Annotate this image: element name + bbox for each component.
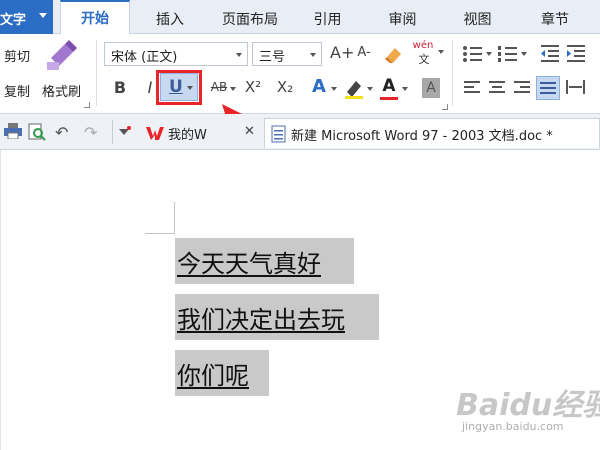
tab-view[interactable]: 视图	[450, 0, 505, 34]
font-launcher-icon[interactable]	[442, 104, 448, 110]
font-color-button[interactable]: A	[380, 76, 398, 96]
shrink-font-button[interactable]: A-	[354, 45, 374, 60]
baidu-watermark: Baidu经验 jingyan.baidu.com	[456, 380, 600, 440]
grow-font-button[interactable]: A+	[330, 43, 354, 62]
tab-sections[interactable]: 章节	[525, 0, 585, 34]
bold-button[interactable]: B	[112, 78, 128, 97]
chevron-down-icon	[236, 53, 242, 57]
document-line[interactable]: 今天天气真好	[175, 238, 354, 284]
cut-button[interactable]: 剪切	[4, 46, 30, 65]
pinyin-char-icon: 文	[418, 53, 430, 66]
redo-icon[interactable]: ↷	[84, 123, 97, 142]
font-color-swatch	[380, 97, 398, 100]
font-size-value: 三号	[259, 50, 286, 65]
font-family-select[interactable]: 宋体 (正文)	[104, 42, 248, 66]
document-line-text: 我们决定出去玩	[177, 306, 345, 334]
chevron-down-icon[interactable]	[521, 52, 527, 56]
quick-access-bar: ↶ ↷ 我的W ✕ 新建 Microsoft Word 97 - 2003 文档…	[0, 114, 600, 150]
doc-tab-label: 我的W	[168, 128, 207, 143]
font-size-select[interactable]: 三号	[252, 42, 322, 66]
font-family-value: 宋体 (正文)	[111, 50, 178, 65]
chevron-down-icon	[310, 53, 316, 57]
align-justify-icon	[540, 82, 556, 94]
word-doc-icon	[271, 125, 286, 143]
tab-home[interactable]: 开始	[60, 0, 130, 35]
doc-tab-home[interactable]: 我的W ✕	[140, 118, 262, 148]
superscript-button[interactable]: X²	[242, 78, 264, 96]
distributed-align-icon[interactable]	[566, 80, 586, 96]
align-center-icon[interactable]	[489, 80, 507, 96]
align-left-icon[interactable]	[464, 80, 482, 96]
doc-tab-label: 新建 Microsoft Word 97 - 2003 文档.doc *	[291, 129, 553, 144]
ribbon-tab-bar: 文字 开始 插入 页面布局 引用 审阅 视图 章节	[0, 0, 600, 35]
ribbon-home: 剪切 复制 格式刷 宋体 (正文) 三号 A+ A- wén 文 B I AB …	[0, 34, 600, 114]
wps-logo-icon	[146, 127, 164, 140]
divider	[96, 40, 97, 106]
document-line[interactable]: 你们呢	[175, 350, 269, 396]
format-painter-icon[interactable]	[45, 40, 79, 72]
tab-references[interactable]: 引用	[300, 0, 355, 34]
strikethrough-button[interactable]: AB	[208, 80, 230, 94]
increase-indent-icon[interactable]	[566, 44, 586, 62]
close-icon[interactable]: ✕	[244, 124, 255, 139]
customize-dropdown-icon[interactable]	[118, 126, 132, 138]
character-shading-button[interactable]: A	[422, 78, 440, 98]
print-preview-icon[interactable]	[28, 123, 46, 141]
margin-corner-mark	[145, 233, 175, 234]
watermark-brand: Baidu经验	[456, 388, 600, 423]
tab-insert[interactable]: 插入	[140, 0, 200, 34]
chevron-down-icon[interactable]	[367, 87, 373, 91]
document-line-text: 今天天气真好	[177, 250, 321, 278]
subscript-button[interactable]: X₂	[274, 78, 296, 96]
decrease-indent-icon[interactable]	[540, 44, 560, 62]
doc-tab-active[interactable]: 新建 Microsoft Word 97 - 2003 文档.doc *	[264, 118, 600, 148]
clipboard-launcher-icon[interactable]	[84, 102, 90, 108]
tab-page-layout[interactable]: 页面布局	[210, 0, 290, 34]
chevron-down-icon[interactable]	[438, 50, 444, 54]
print-icon[interactable]	[4, 123, 22, 139]
annotation-highlight-box	[156, 70, 202, 105]
copy-button[interactable]: 复制	[4, 81, 30, 100]
margin-corner-mark	[174, 202, 175, 234]
divider	[112, 120, 113, 144]
tab-review[interactable]: 审阅	[375, 0, 430, 34]
divider	[452, 40, 453, 106]
highlighter-icon[interactable]	[343, 78, 365, 100]
chevron-down-icon[interactable]	[230, 87, 236, 91]
text-effect-button[interactable]: A	[310, 76, 328, 97]
align-right-icon[interactable]	[514, 80, 532, 96]
undo-icon[interactable]: ↶	[55, 123, 68, 142]
numbered-list-icon[interactable]	[497, 44, 519, 62]
watermark-url: jingyan.baidu.com	[462, 420, 564, 433]
document-line-text: 你们呢	[177, 362, 249, 390]
justify-button[interactable]	[536, 76, 560, 100]
document-line[interactable]: 我们决定出去玩	[175, 294, 379, 340]
format-painter-button[interactable]: 格式刷	[42, 81, 81, 100]
pinyin-guide-button[interactable]: wén	[412, 40, 434, 51]
chevron-down-icon	[39, 13, 47, 18]
app-menu-button[interactable]: 文字	[0, 0, 53, 34]
bullet-list-icon[interactable]	[462, 44, 484, 62]
chevron-down-icon[interactable]	[486, 52, 492, 56]
chevron-down-icon[interactable]	[331, 87, 337, 91]
eraser-icon[interactable]	[384, 44, 404, 64]
app-menu-label: 文字	[0, 13, 27, 28]
chevron-down-icon[interactable]	[402, 87, 408, 91]
